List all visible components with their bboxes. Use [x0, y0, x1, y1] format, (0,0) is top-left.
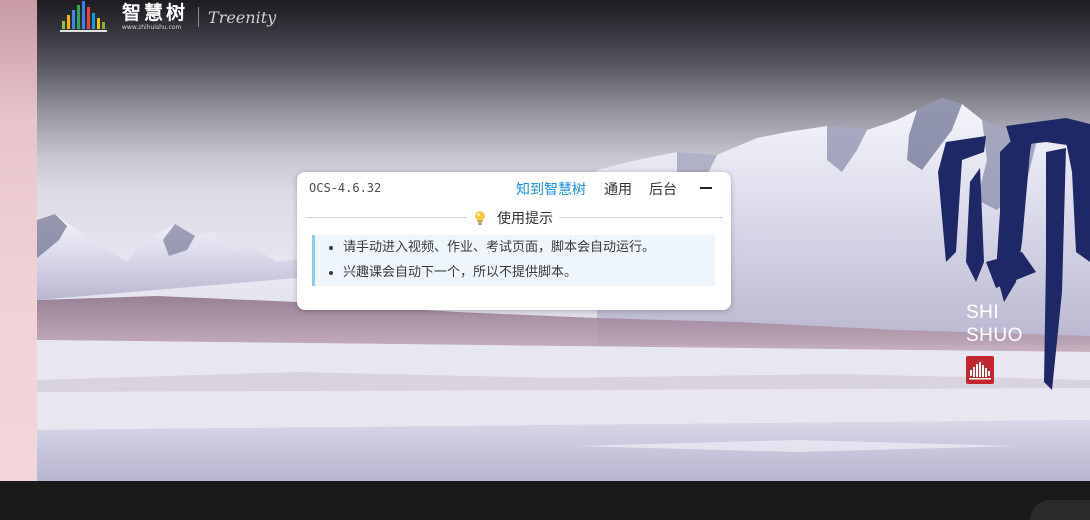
ocs-panel: OCS-4.6.32 知到智慧树 通用 后台 使用提示 请手动进入视频、作业、考…	[297, 172, 731, 310]
bar-chart-logo-icon	[60, 1, 107, 32]
shishuo-label: SHI SHUO	[966, 301, 1023, 347]
logo-url: www.zhihuishu.com	[122, 23, 182, 31]
tip-item: 兴趣课会自动下一个，所以不提供脚本。	[343, 260, 715, 285]
left-edge-strip	[0, 0, 37, 481]
tips-box: 请手动进入视频、作业、考试页面，脚本会自动运行。 兴趣课会自动下一个，所以不提供…	[312, 235, 715, 286]
lightbulb-icon	[475, 211, 485, 225]
tab-backend[interactable]: 后台	[649, 179, 677, 199]
logo-divider	[198, 7, 200, 27]
section-title: 使用提示	[497, 211, 553, 227]
tip-item: 请手动进入视频、作业、考试页面，脚本会自动运行。	[343, 235, 715, 260]
tab-general[interactable]: 通用	[604, 179, 632, 199]
bottom-corner-shape	[1030, 500, 1090, 520]
tips-list: 请手动进入视频、作业、考试页面，脚本会自动运行。 兴趣课会自动下一个，所以不提供…	[315, 235, 715, 285]
version-label: OCS-4.6.32	[309, 181, 382, 195]
sound-wave-seal-icon	[966, 356, 994, 384]
shishuo-line-1: SHI	[966, 302, 1000, 323]
logo-name: 智慧树	[122, 1, 189, 24]
minus-icon	[700, 187, 712, 189]
panel-header: OCS-4.6.32 知到智慧树 通用 后台	[297, 172, 731, 204]
tab-zhihuishu[interactable]: 知到智慧树	[516, 179, 586, 199]
shishuo-line-2: SHUO	[966, 325, 1023, 346]
calligraphy-character-image	[938, 118, 1090, 390]
section-header: 使用提示	[467, 208, 559, 228]
bottom-bar	[0, 481, 1090, 509]
logo-brand: Treenity	[208, 7, 277, 27]
site-logo[interactable]: 智慧树 www.zhihuishu.com Treenity	[60, 0, 276, 34]
minimize-button[interactable]	[698, 180, 714, 196]
